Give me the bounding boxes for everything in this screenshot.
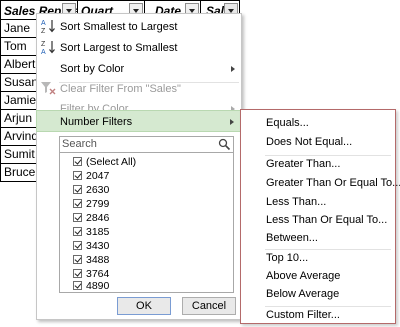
- list-item-label: 2047: [86, 170, 110, 182]
- svg-text:Z: Z: [41, 41, 46, 48]
- search-placeholder: Search: [62, 138, 97, 150]
- submenu-item-equals[interactable]: Equals...: [266, 116, 309, 130]
- submenu-item-greater-than[interactable]: Greater Than...: [266, 157, 340, 171]
- filter-value-list[interactable]: (Select All) 2047 2630 2799 2846 3185 34…: [59, 153, 234, 293]
- number-filters-submenu: Equals... Does Not Equal... Greater Than…: [240, 109, 400, 324]
- table-cell[interactable]: Albert: [0, 56, 38, 74]
- checkbox-icon[interactable]: [73, 171, 82, 180]
- sort-ascending-item[interactable]: A Z Sort Smallest to Largest: [37, 16, 241, 38]
- clear-filter-icon: [41, 82, 56, 95]
- submenu-item-greater-than-or-equal[interactable]: Greater Than Or Equal To...: [266, 176, 400, 190]
- menu-separator: [265, 155, 391, 156]
- submenu-item-below-average[interactable]: Below Average: [266, 287, 339, 301]
- submenu-item-less-than[interactable]: Less Than...: [266, 195, 326, 209]
- ok-button[interactable]: OK: [117, 297, 171, 315]
- submenu-item-less-than-or-equal[interactable]: Less Than Or Equal To...: [266, 213, 387, 227]
- list-item-label: 3430: [86, 240, 110, 252]
- list-item-label: (Select All): [86, 156, 137, 168]
- list-item-label: 4890: [86, 280, 110, 292]
- svg-text:A: A: [41, 20, 46, 27]
- sort-descending-item[interactable]: Z A Sort Largest to Smallest: [37, 37, 241, 59]
- sort-ascending-icon: A Z: [41, 20, 55, 34]
- table-cell[interactable]: Jamie: [0, 92, 38, 110]
- menu-separator: [265, 249, 391, 250]
- list-item-label: 3185: [86, 226, 110, 238]
- menu-item-label: Sort Largest to Smallest: [60, 42, 178, 54]
- sort-descending-icon: Z A: [41, 41, 55, 55]
- menu-item-label: Sort Smallest to Largest: [60, 21, 178, 33]
- checkbox-icon[interactable]: [73, 157, 82, 166]
- checkbox-icon[interactable]: [73, 241, 82, 250]
- number-filters-item[interactable]: Number Filters: [36, 110, 241, 132]
- table-cell[interactable]: Susan: [0, 74, 38, 92]
- submenu-item-above-average[interactable]: Above Average: [266, 269, 340, 283]
- list-item-label: 2630: [86, 184, 110, 196]
- menu-item-label: Sort by Color: [60, 63, 125, 75]
- svg-text:A: A: [41, 49, 46, 55]
- menu-separator: [265, 306, 391, 307]
- table-cell[interactable]: Tom: [0, 38, 38, 56]
- submenu-item-top-10[interactable]: Top 10...: [266, 251, 308, 265]
- list-item-label: 2846: [86, 212, 110, 224]
- list-item-label: 3488: [86, 254, 110, 266]
- checkbox-icon[interactable]: [73, 213, 82, 222]
- table-cell[interactable]: Sumit: [0, 146, 38, 164]
- table-cell[interactable]: Jane: [0, 20, 38, 38]
- table-cell[interactable]: Arjun: [0, 110, 38, 128]
- checkbox-icon[interactable]: [73, 281, 82, 290]
- chevron-right-icon: [230, 119, 234, 125]
- search-icon: [218, 138, 231, 151]
- submenu-item-between[interactable]: Between...: [266, 231, 318, 245]
- checkbox-icon[interactable]: [73, 269, 82, 278]
- search-input[interactable]: Search: [59, 136, 234, 153]
- submenu-item-custom-filter[interactable]: Custom Filter...: [266, 308, 340, 322]
- chevron-right-icon: [231, 66, 235, 72]
- clear-filter-item: Clear Filter From "Sales": [37, 78, 241, 100]
- cancel-button[interactable]: Cancel: [182, 297, 236, 315]
- sort-by-color-item[interactable]: Sort by Color: [37, 58, 241, 80]
- table-cell[interactable]: Bruce: [0, 164, 38, 182]
- checkbox-icon[interactable]: [73, 227, 82, 236]
- menu-item-label: Clear Filter From "Sales": [60, 83, 181, 95]
- checkbox-icon[interactable]: [73, 185, 82, 194]
- table-cell[interactable]: Arvind: [0, 128, 38, 146]
- submenu-item-does-not-equal[interactable]: Does Not Equal...: [266, 135, 352, 149]
- autofilter-menu: A Z Sort Smallest to Largest Z A Sort La…: [36, 13, 242, 320]
- svg-text:Z: Z: [41, 28, 46, 34]
- checkbox-icon[interactable]: [73, 199, 82, 208]
- list-item-label: 2799: [86, 198, 110, 210]
- checkbox-icon[interactable]: [73, 255, 82, 264]
- menu-item-label: Number Filters: [60, 116, 133, 128]
